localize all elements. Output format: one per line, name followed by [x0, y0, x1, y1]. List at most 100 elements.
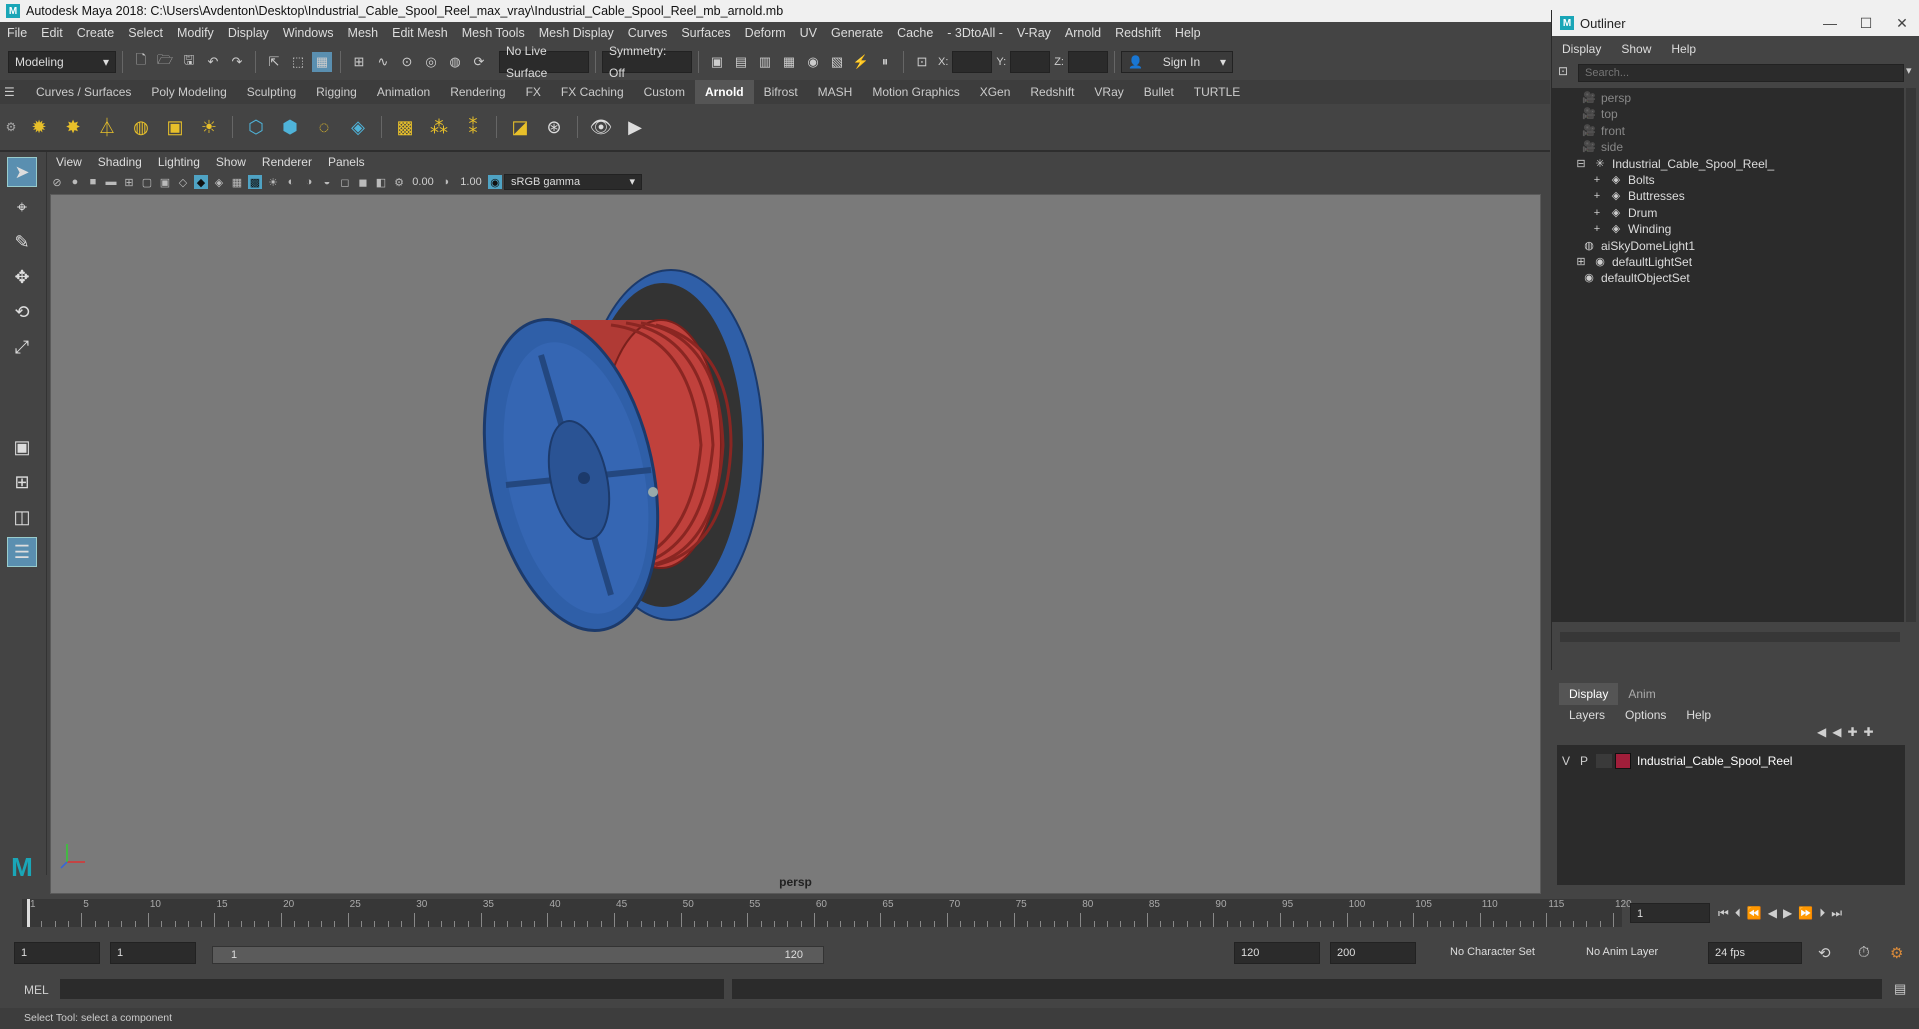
wireframe-on-shaded-icon[interactable]: ◈: [212, 175, 226, 189]
loop-icon[interactable]: ⟲: [1818, 944, 1831, 962]
rotate-tool-icon[interactable]: ⟲: [7, 297, 37, 327]
menu-uv[interactable]: UV: [793, 22, 824, 44]
use-lights-icon[interactable]: ▩: [248, 175, 262, 189]
exposure-value[interactable]: 0.00: [408, 176, 438, 188]
layer-menu-help[interactable]: Help: [1676, 705, 1721, 725]
layer-visibility-toggle[interactable]: V: [1557, 754, 1575, 768]
lasso-tool-icon[interactable]: ⌖: [7, 192, 37, 222]
playback-start-field[interactable]: 1: [110, 942, 196, 964]
shelf-tab-animation[interactable]: Animation: [367, 80, 440, 104]
snap-curve-icon[interactable]: ∿: [373, 52, 393, 72]
move-layer-down-icon[interactable]: ◀: [1832, 725, 1841, 739]
timeline-track[interactable]: 1 5 10 15 20 25 30 35 40 45 50 55 60 65 70 75 80 85 90 95 10…: [22, 899, 1632, 927]
outliner-menu-display[interactable]: Display: [1552, 38, 1611, 60]
menu-windows[interactable]: Windows: [276, 22, 341, 44]
anti-alias-icon[interactable]: ◒: [320, 175, 334, 189]
ipr-render-icon[interactable]: ▥: [755, 52, 775, 72]
photometric-light-icon[interactable]: ⏃: [93, 113, 121, 141]
select-component-icon[interactable]: ▦: [312, 52, 332, 72]
menu-arnold[interactable]: Arnold: [1058, 22, 1108, 44]
colorspace-dropdown[interactable]: sRGB gamma ▾: [504, 174, 642, 190]
layer-row[interactable]: V P Industrial_Cable_Spool_Reel: [1557, 751, 1905, 771]
layer-menu-options[interactable]: Options: [1615, 705, 1676, 725]
shelf-tab-rendering[interactable]: Rendering: [440, 80, 515, 104]
volume-icon[interactable]: ◌: [310, 113, 338, 141]
end-time-field[interactable]: 200: [1330, 942, 1416, 964]
render-frame-icon[interactable]: ▤: [731, 52, 751, 72]
select-hierarchy-icon[interactable]: ⇱: [264, 52, 284, 72]
play-backward-icon[interactable]: ◀: [1768, 906, 1777, 920]
symmetry-dropdown[interactable]: Symmetry: Off: [602, 44, 692, 80]
snap-view-icon[interactable]: ◎: [421, 52, 441, 72]
outliner-menu-help[interactable]: Help: [1661, 38, 1706, 60]
shelf-tab-rigging[interactable]: Rigging: [306, 80, 367, 104]
vray-render-icon[interactable]: ⚡: [851, 52, 871, 72]
expand-icon[interactable]: +: [1590, 206, 1604, 220]
menu-mesh[interactable]: Mesh: [341, 22, 386, 44]
xray-icon[interactable]: ◼: [356, 175, 370, 189]
snap-point-icon[interactable]: ⊙: [397, 52, 417, 72]
snap-grid-icon[interactable]: ⊞: [349, 52, 369, 72]
outliner-menu-show[interactable]: Show: [1611, 38, 1661, 60]
menu-deform[interactable]: Deform: [738, 22, 793, 44]
layer-menu-layers[interactable]: Layers: [1559, 705, 1615, 725]
license-icon[interactable]: ⊛: [540, 113, 568, 141]
texture-manager-icon[interactable]: ▩: [391, 113, 419, 141]
current-frame-field[interactable]: 1: [1630, 903, 1710, 923]
outliner-layout-icon[interactable]: ☰: [7, 537, 37, 567]
select-tool-icon[interactable]: ➤: [7, 157, 37, 187]
expand-icon[interactable]: +: [1590, 189, 1604, 203]
new-layer-icon[interactable]: ✚: [1847, 725, 1857, 739]
script-editor-icon[interactable]: ▤: [1894, 981, 1906, 997]
motion-blur-icon[interactable]: ◑: [302, 175, 316, 189]
menu-edit[interactable]: Edit: [34, 22, 70, 44]
live-surface-field[interactable]: No Live Surface: [499, 44, 589, 80]
area-light-icon[interactable]: ✹: [25, 113, 53, 141]
snap-surface-icon[interactable]: ◍: [445, 52, 465, 72]
camera-attr-icon[interactable]: ●: [68, 175, 82, 189]
single-view-icon[interactable]: ▣: [7, 432, 37, 462]
render-play-icon[interactable]: ▶: [621, 113, 649, 141]
z-field[interactable]: [1067, 51, 1108, 73]
export-standin-icon[interactable]: ⬢: [276, 113, 304, 141]
standin-icon[interactable]: ⬡: [242, 113, 270, 141]
move-layer-up-icon[interactable]: ◀: [1817, 725, 1826, 739]
resolution-gate-icon[interactable]: ▣: [158, 175, 172, 189]
range-slider[interactable]: 1 120: [212, 946, 824, 964]
undo-icon[interactable]: ↶: [203, 52, 223, 72]
shelf-tab-turtle[interactable]: TURTLE: [1184, 80, 1250, 104]
layer-color-swatch[interactable]: [1615, 753, 1631, 769]
textured-icon[interactable]: ▦: [230, 175, 244, 189]
layer-tab-display[interactable]: Display: [1559, 683, 1619, 705]
current-time-indicator[interactable]: [27, 899, 30, 927]
expand-icon[interactable]: ⊞: [1574, 255, 1588, 269]
mode-dropdown[interactable]: Modeling ▾: [8, 51, 116, 73]
new-scene-icon[interactable]: 🗋: [131, 52, 151, 72]
menu-redshift[interactable]: Redshift: [1108, 22, 1168, 44]
shelf-tab-bullet[interactable]: Bullet: [1134, 80, 1184, 104]
step-back-key-icon[interactable]: ⏪: [1747, 906, 1762, 920]
gamma-value[interactable]: 1.00: [456, 176, 486, 188]
menu-3dtoall[interactable]: - 3DtoAll -: [940, 22, 1010, 44]
command-language-label[interactable]: MEL: [24, 983, 49, 997]
outliner-item[interactable]: ◉ defaultObjectSet: [1582, 268, 1690, 288]
gamma-icon[interactable]: ◗: [440, 175, 454, 189]
render-settings-icon[interactable]: ▦: [779, 52, 799, 72]
shelf-tab-poly-modeling[interactable]: Poly Modeling: [141, 80, 236, 104]
menu-create[interactable]: Create: [70, 22, 122, 44]
viewport-menu-view[interactable]: View: [48, 152, 90, 172]
hypershade-icon[interactable]: ◉: [803, 52, 823, 72]
play-forward-icon[interactable]: ▶: [1783, 906, 1792, 920]
outliner-vertical-scrollbar[interactable]: [1906, 88, 1916, 622]
anim-prefs-icon[interactable]: ⚙: [1890, 944, 1903, 962]
menu-cache[interactable]: Cache: [890, 22, 940, 44]
exposure-icon[interactable]: ⚙: [392, 175, 406, 189]
isolate-select-icon[interactable]: ◻: [338, 175, 352, 189]
search-input[interactable]: [1578, 64, 1904, 82]
shelf-menu-icon[interactable]: ☰: [0, 80, 26, 104]
smooth-shade-icon[interactable]: ◆: [194, 175, 208, 189]
move-tool-icon[interactable]: ✥: [7, 262, 37, 292]
flush-all-icon[interactable]: ⁑: [459, 113, 487, 141]
step-forward-key-icon[interactable]: ⏩: [1798, 906, 1813, 920]
render-view-eye-icon[interactable]: 👁: [587, 113, 615, 141]
